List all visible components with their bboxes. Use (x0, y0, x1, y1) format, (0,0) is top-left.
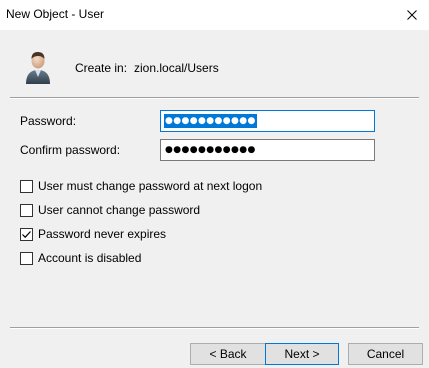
checkbox[interactable] (20, 251, 33, 265)
option-cannot-change-password[interactable]: User cannot change password (20, 202, 200, 218)
option-label: Password never expires (38, 227, 167, 241)
option-label: Account is disabled (38, 251, 142, 265)
option-must-change-password[interactable]: User must change password at next logon (20, 178, 262, 194)
new-user-dialog: New Object - User Create in: zion.local/… (0, 0, 429, 368)
password-field[interactable]: ●●●●●●●●●●● (160, 110, 375, 132)
checkbox[interactable] (20, 203, 33, 217)
checkbox[interactable] (20, 179, 33, 193)
close-icon (407, 10, 417, 20)
option-password-never-expires[interactable]: Password never expires (20, 226, 166, 242)
close-button[interactable] (395, 0, 429, 30)
title-bar: New Object - User (0, 0, 429, 30)
password-value: ●●●●●●●●●●● (164, 114, 257, 128)
password-label: Password: (20, 114, 77, 128)
option-label: User cannot change password (38, 203, 201, 217)
back-button[interactable]: < Back (190, 343, 266, 365)
top-separator (10, 97, 419, 99)
checkbox-checked[interactable] (20, 227, 33, 241)
create-in-value: zion.local/Users (134, 61, 219, 75)
option-label: User must change password at next logon (38, 179, 263, 193)
confirm-password-field[interactable]: ●●●●●●●●●●● (160, 139, 375, 161)
bottom-separator (10, 327, 419, 329)
user-icon (26, 52, 50, 84)
window-title: New Object - User (6, 7, 105, 21)
cancel-button[interactable]: Cancel (348, 343, 423, 365)
option-account-disabled[interactable]: Account is disabled (20, 250, 141, 266)
next-button[interactable]: Next > (265, 343, 339, 365)
confirm-password-value: ●●●●●●●●●●● (165, 145, 256, 155)
confirm-password-label: Confirm password: (20, 143, 121, 157)
create-in-label: Create in: (75, 61, 128, 75)
checkmark-icon (22, 230, 31, 238)
